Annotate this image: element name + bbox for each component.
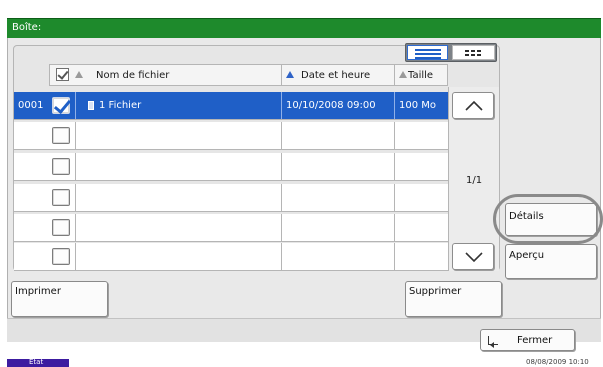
status-bar <box>0 359 603 367</box>
column-header-size[interactable]: Taille <box>394 64 448 86</box>
delete-button[interactable]: Supprimer <box>405 281 502 317</box>
row-checkbox[interactable] <box>52 127 70 144</box>
window-title: Boîte: <box>12 22 42 33</box>
table-row[interactable] <box>14 153 448 181</box>
sort-arrow-icon <box>286 71 294 78</box>
column-header-date[interactable]: Date et heure <box>281 64 395 86</box>
table-row[interactable] <box>14 122 448 150</box>
scroll-down-button[interactable] <box>452 243 494 270</box>
title-bar: Boîte: <box>7 18 601 38</box>
highlight-ring <box>493 194 603 244</box>
page-indicator: 1/1 <box>466 175 483 186</box>
list-view-button[interactable] <box>407 45 448 60</box>
row-number: 0001 <box>18 100 44 111</box>
file-size: 100 Mo <box>399 100 437 111</box>
thumbnail-view-icon <box>465 50 469 52</box>
list-view-icon <box>415 49 441 51</box>
status-tab[interactable]: État <box>7 358 69 367</box>
row-checkbox[interactable] <box>52 248 70 265</box>
document-box-screen: Boîte: Nom de fichier Date et heure Tail… <box>0 0 603 367</box>
thumbnail-view-button[interactable] <box>452 45 495 60</box>
chevron-up-icon <box>465 100 483 111</box>
sort-arrow-icon <box>75 71 83 78</box>
scroll-up-button[interactable] <box>452 92 494 119</box>
sort-arrow-icon <box>399 71 407 78</box>
table-row[interactable] <box>14 214 448 242</box>
select-all-checkbox[interactable] <box>56 68 69 81</box>
file-date: 10/10/2008 09:00 <box>286 100 376 111</box>
chevron-down-icon <box>465 252 483 263</box>
table-row[interactable] <box>14 243 448 271</box>
column-header-name[interactable]: Nom de fichier <box>49 64 282 86</box>
file-name: 1 Fichier <box>99 100 142 111</box>
status-datetime: 08/08/2009 10:10 <box>526 358 589 366</box>
table-row[interactable] <box>14 184 448 212</box>
table-row[interactable]: 0001 1 Fichier 10/10/2008 09:00 100 Mo <box>14 92 448 120</box>
preview-button[interactable]: Aperçu <box>505 244 597 279</box>
print-button[interactable]: Imprimer <box>11 281 108 317</box>
close-button[interactable]: Fermer <box>480 329 575 351</box>
row-checkbox[interactable] <box>52 97 70 114</box>
row-checkbox[interactable] <box>52 158 70 175</box>
row-checkbox[interactable] <box>52 189 70 206</box>
row-checkbox[interactable] <box>52 219 70 236</box>
return-icon <box>488 336 498 348</box>
file-icon <box>88 101 94 110</box>
